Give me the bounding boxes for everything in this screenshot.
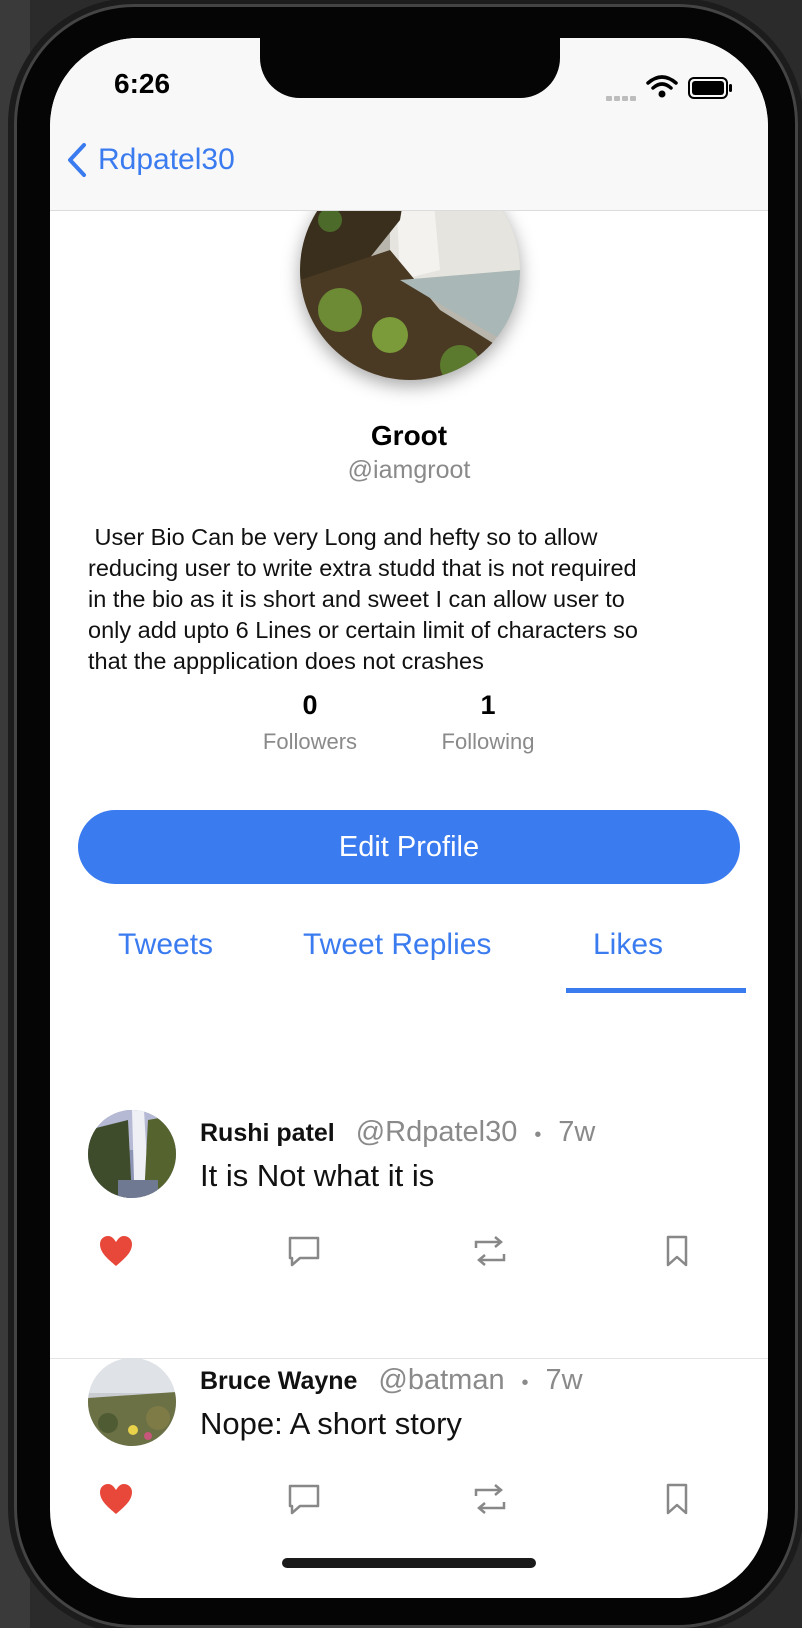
retweet-icon[interactable] xyxy=(470,1482,510,1516)
bookmark-icon[interactable] xyxy=(664,1482,690,1516)
phone-frame: Rdpatel30 6:26 Groot @iamgroot User Bio … xyxy=(14,4,798,1628)
back-button[interactable]: Rdpatel30 xyxy=(66,142,235,178)
back-chevron-icon xyxy=(68,143,86,177)
bookmark-icon[interactable] xyxy=(664,1234,690,1268)
tweet-header: Rushi patel @Rdpatel30 • 7w xyxy=(200,1116,595,1149)
following-count: 1 xyxy=(480,690,496,720)
profile-content[interactable]: Groot @iamgroot User Bio Can be very Lon… xyxy=(50,210,768,1598)
profile-avatar[interactable] xyxy=(300,210,520,380)
tweet-author-name[interactable]: Rushi patel xyxy=(200,1119,335,1147)
status-time: 6:26 xyxy=(114,68,171,99)
heart-icon[interactable] xyxy=(98,1234,134,1268)
wifi-icon xyxy=(646,75,678,98)
tweet-author-avatar[interactable] xyxy=(88,1110,176,1198)
app-screen: Rdpatel30 6:26 Groot @iamgroot User Bio … xyxy=(50,38,768,1598)
profile-name: Groot xyxy=(370,420,448,451)
comment-icon[interactable] xyxy=(286,1234,322,1268)
tweet-separator: • xyxy=(521,1372,529,1394)
comment-icon[interactable] xyxy=(286,1482,322,1516)
tweet-author-avatar[interactable] xyxy=(88,1358,176,1446)
edit-profile-button[interactable]: Edit Profile xyxy=(78,810,740,884)
cellular-signal-icon xyxy=(606,88,638,106)
profile-handle: @iamgroot xyxy=(347,456,471,484)
tweet-author-name[interactable]: Bruce Wayne xyxy=(200,1367,357,1395)
tweet-time: 7w xyxy=(558,1116,596,1148)
tab-likes[interactable]: Likes xyxy=(593,928,663,962)
tweet-card[interactable]: Rushi patel @Rdpatel30 • 7w It is Not wh… xyxy=(50,1110,768,1359)
following-stat[interactable]: 1 Following xyxy=(413,690,563,755)
device-notch xyxy=(260,38,560,98)
tweet-text: It is Not what it is xyxy=(200,1158,435,1193)
followers-count: 0 xyxy=(302,690,318,720)
heart-icon[interactable] xyxy=(98,1482,134,1516)
tweet-text: Nope: A short story xyxy=(200,1406,462,1441)
tab-tweets[interactable]: Tweets xyxy=(118,928,213,962)
tab-tweet-replies[interactable]: Tweet Replies xyxy=(303,928,491,962)
tweet-separator: • xyxy=(534,1124,542,1146)
battery-icon xyxy=(688,77,732,99)
tweet-author-handle[interactable]: @Rdpatel30 xyxy=(356,1116,518,1148)
followers-stat[interactable]: 0 Followers xyxy=(235,690,385,755)
profile-bio: User Bio Can be very Long and hefty so t… xyxy=(88,524,638,674)
selected-tab-indicator xyxy=(566,988,746,993)
retweet-icon[interactable] xyxy=(470,1234,510,1268)
tweet-time: 7w xyxy=(545,1364,583,1396)
followers-label: Followers xyxy=(262,729,358,754)
following-label: Following xyxy=(441,729,535,754)
home-indicator[interactable] xyxy=(282,1558,536,1568)
tweet-header: Bruce Wayne @batman • 7w xyxy=(200,1364,583,1397)
tweet-author-handle[interactable]: @batman xyxy=(378,1364,504,1396)
back-label: Rdpatel30 xyxy=(98,143,235,176)
